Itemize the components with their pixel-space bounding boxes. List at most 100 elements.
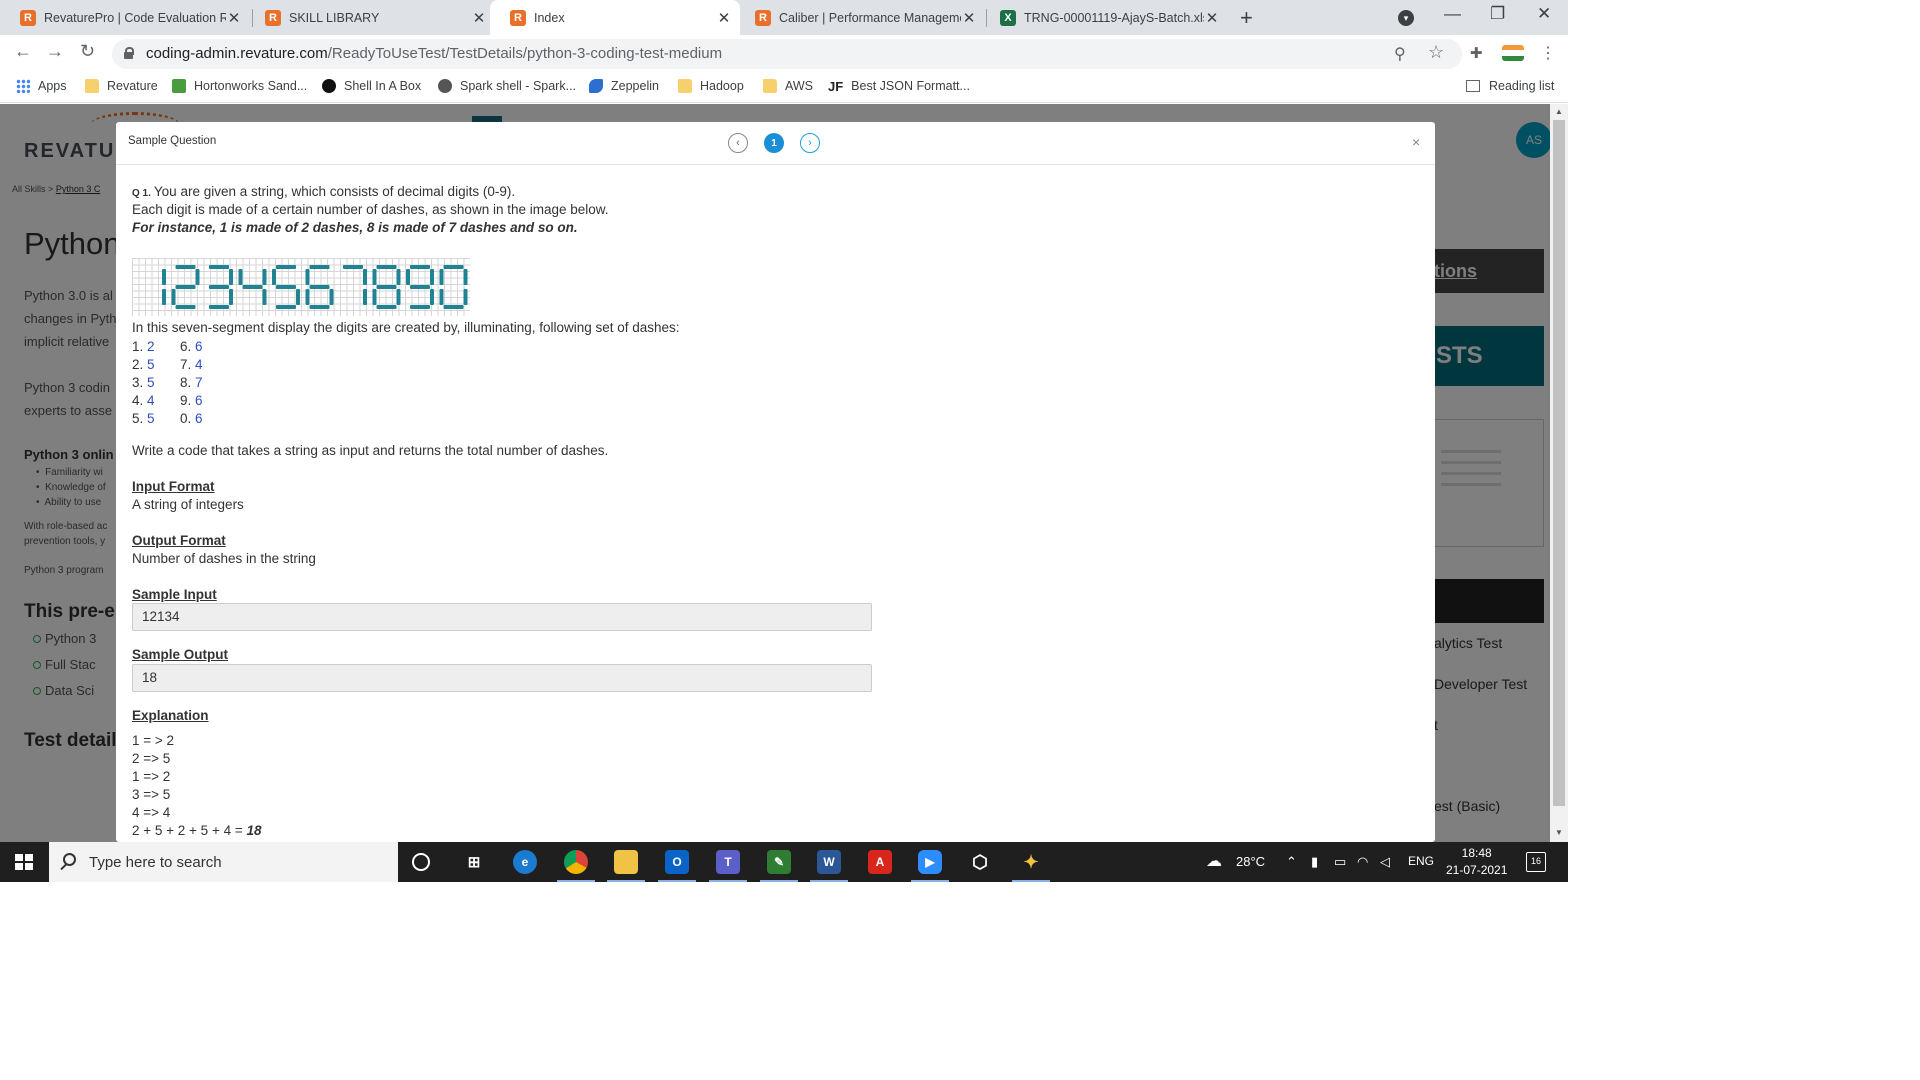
bookmark-json-formatter[interactable]: JF Best JSON Formatt...: [828, 79, 970, 94]
system-clock[interactable]: 18:48 21-07-2021: [1446, 845, 1507, 879]
minimize-button[interactable]: —: [1444, 4, 1461, 24]
segment-4-c: [262, 289, 267, 305]
edge-browser-icon[interactable]: e: [513, 850, 537, 874]
tab-skill-library[interactable]: R SKILL LIBRARY ✕: [245, 0, 495, 35]
input-language[interactable]: ENG: [1408, 854, 1434, 868]
tab-revaturepro[interactable]: R RevaturePro | Code Evaluation Re ✕: [0, 0, 250, 35]
bookmark-aws[interactable]: AWS: [763, 79, 813, 93]
word-icon[interactable]: W: [817, 850, 841, 874]
dash-count-row: 5. 5 0. 6: [132, 410, 203, 428]
bookmark-zeppelin[interactable]: Zeppelin: [589, 79, 659, 93]
tab-excel-batch[interactable]: X TRNG-00001119-AjayS-Batch.xlsx ✕: [980, 0, 1228, 35]
tab-search-icon[interactable]: ▾: [1398, 10, 1414, 26]
cortana-icon[interactable]: [412, 853, 430, 871]
segment-6-a: [309, 265, 330, 269]
windows-start-icon[interactable]: [15, 854, 33, 870]
reading-list-button[interactable]: Reading list: [1466, 79, 1554, 93]
acrobat-icon[interactable]: A: [868, 850, 892, 874]
paint-icon[interactable]: ✦: [1019, 850, 1043, 874]
bookmark-spark-shell[interactable]: Spark shell - Spark...: [438, 79, 576, 93]
shell-icon: [322, 79, 336, 93]
url-text[interactable]: coding-admin.revature.com/ReadyToUseTest…: [146, 45, 722, 62]
sample-input-heading: Sample Input: [132, 587, 217, 602]
jf-icon: JF: [828, 79, 844, 94]
tab-index[interactable]: R Index ✕: [490, 0, 740, 35]
bookmark-revature[interactable]: Revature: [85, 79, 158, 93]
sample-input-box[interactable]: 12134: [132, 603, 872, 631]
scroll-down-icon[interactable]: ▼: [1555, 828, 1563, 837]
bookmark-hadoop[interactable]: Hadoop: [678, 79, 744, 93]
profile-flag-icon[interactable]: [1502, 45, 1524, 61]
scrollbar-thumb[interactable]: [1553, 120, 1565, 806]
segment-7-a: [343, 265, 363, 269]
clock-time: 18:48: [1461, 846, 1492, 860]
reload-icon[interactable]: ↻: [80, 41, 95, 62]
segment-8-c: [396, 289, 401, 305]
previous-question-icon[interactable]: ‹: [728, 133, 748, 153]
bookmark-star-icon[interactable]: ☆: [1428, 42, 1444, 63]
segment-5-f: [272, 269, 276, 285]
bookmark-label: Hortonworks Sand...: [194, 79, 308, 93]
volume-icon[interactable]: ◁: [1380, 854, 1390, 870]
globe-icon: [438, 79, 452, 93]
outlook-icon[interactable]: O: [665, 850, 689, 874]
browser-tab-strip: R RevaturePro | Code Evaluation Re ✕ R S…: [0, 0, 1568, 35]
tab-close-icon[interactable]: ✕: [226, 9, 242, 27]
wifi-icon[interactable]: ◠: [1357, 854, 1368, 870]
segment-7-b: [363, 269, 367, 285]
tab-close-icon[interactable]: ✕: [716, 9, 732, 27]
close-window-button[interactable]: ✕: [1537, 4, 1551, 24]
show-hidden-icons-icon[interactable]: ⌃: [1286, 854, 1297, 870]
tab-close-icon[interactable]: ✕: [471, 9, 487, 27]
excel-favicon-icon: X: [1000, 9, 1016, 26]
sample-output-box[interactable]: 18: [132, 664, 872, 692]
segment-6-f: [305, 269, 310, 285]
question-line: Q 1. You are given a string, which consis…: [132, 184, 515, 199]
bookmark-label: Spark shell - Spark...: [460, 79, 577, 93]
digit-key: 1.: [132, 339, 144, 354]
active-app-indicator: [658, 880, 696, 882]
bookmark-hortonworks[interactable]: Hortonworks Sand...: [172, 79, 307, 93]
tab-caliber[interactable]: R Caliber | Performance Manageme ✕: [735, 0, 985, 35]
extensions-puzzle-icon[interactable]: ✚: [1470, 44, 1483, 62]
dash-count-list: 1. 2 6. 6 2. 5 7. 4 3. 5 8. 7 4. 4 9. 6 5. 5…: [132, 338, 203, 428]
notification-center-icon[interactable]: 16: [1526, 852, 1546, 872]
file-explorer-icon[interactable]: [614, 850, 638, 874]
weather-temperature[interactable]: 28°C: [1236, 854, 1265, 869]
chrome-browser-icon[interactable]: [564, 850, 588, 874]
weather-cloud-icon[interactable]: ☁: [1206, 851, 1222, 871]
new-tab-button[interactable]: +: [1240, 5, 1253, 31]
next-question-icon[interactable]: ›: [800, 133, 820, 153]
dash-count: 2: [147, 339, 155, 354]
tab-close-icon[interactable]: ✕: [1204, 9, 1220, 27]
bookmark-apps[interactable]: Apps: [16, 79, 67, 93]
zoom-app-icon[interactable]: ▶: [918, 850, 942, 874]
output-format-heading: Output Format: [132, 533, 226, 548]
dash-count: 6: [195, 411, 203, 426]
forward-arrow-icon[interactable]: →: [46, 41, 64, 62]
microphone-icon[interactable]: ▮: [1311, 854, 1318, 870]
page-scrollbar[interactable]: ▲ ▼: [1550, 104, 1568, 842]
task-view-icon[interactable]: ⊞: [462, 850, 486, 874]
back-arrow-icon[interactable]: ←: [14, 41, 32, 62]
address-bar[interactable]: coding-admin.revature.com/ReadyToUseTest…: [112, 39, 1462, 69]
modal-close-icon[interactable]: ×: [1412, 134, 1420, 150]
excel-chart-icon[interactable]: ✎: [767, 850, 791, 874]
virtualbox-icon[interactable]: ⬡: [968, 850, 992, 874]
taskbar-search-box[interactable]: Type here to search: [49, 842, 398, 882]
chrome-menu-icon[interactable]: ⋮: [1540, 43, 1556, 63]
bookmark-shell-in-a-box[interactable]: Shell In A Box: [322, 79, 421, 93]
current-question-number[interactable]: 1: [764, 133, 784, 153]
maximize-button[interactable]: ❐: [1490, 4, 1505, 24]
active-app-indicator: [810, 880, 848, 882]
active-app-indicator: [760, 880, 798, 882]
battery-icon[interactable]: ▭: [1334, 854, 1346, 870]
teams-icon[interactable]: T: [716, 850, 740, 874]
lock-icon[interactable]: [124, 47, 134, 59]
active-app-indicator: [911, 880, 949, 882]
segment-4-f: [238, 269, 243, 285]
zoom-icon[interactable]: ⚲: [1394, 44, 1406, 64]
digit-key: 5.: [132, 411, 144, 426]
tab-close-icon[interactable]: ✕: [961, 9, 977, 27]
scroll-up-icon[interactable]: ▲: [1555, 107, 1563, 116]
